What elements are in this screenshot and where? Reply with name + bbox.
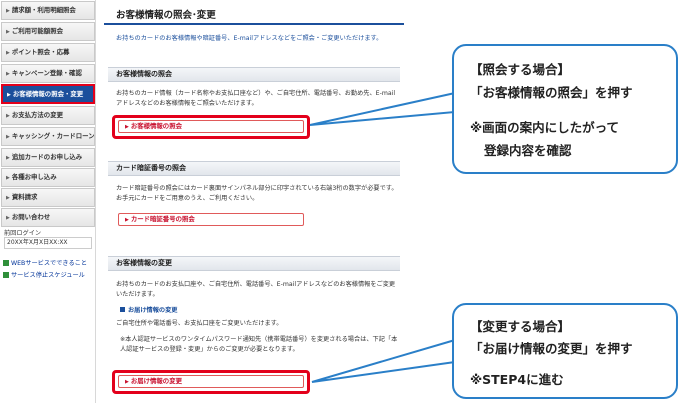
callout-heading: 【変更する場合】 bbox=[470, 319, 571, 334]
callout-note: ※STEP4に進む bbox=[470, 372, 564, 387]
callout-inquiry: 【照会する場合】 「お客様情報の照会」を押す ※画面の案内にしたがって 登録内容… bbox=[452, 44, 678, 174]
callout-instruction: 「お届け情報の変更」を押す bbox=[470, 341, 633, 356]
callout-heading: 【照会する場合】 bbox=[470, 62, 571, 77]
callout-change: 【変更する場合】 「お届け情報の変更」を押す ※STEP4に進む bbox=[452, 303, 678, 399]
callout-note: ※画面の案内にしたがって bbox=[470, 120, 620, 135]
callout-note-cont: 登録内容を確認 bbox=[484, 143, 572, 158]
callout-instruction: 「お客様情報の照会」を押す bbox=[470, 85, 633, 100]
callout-pointer-2 bbox=[311, 338, 456, 383]
callout-pointer-1 bbox=[309, 91, 456, 126]
